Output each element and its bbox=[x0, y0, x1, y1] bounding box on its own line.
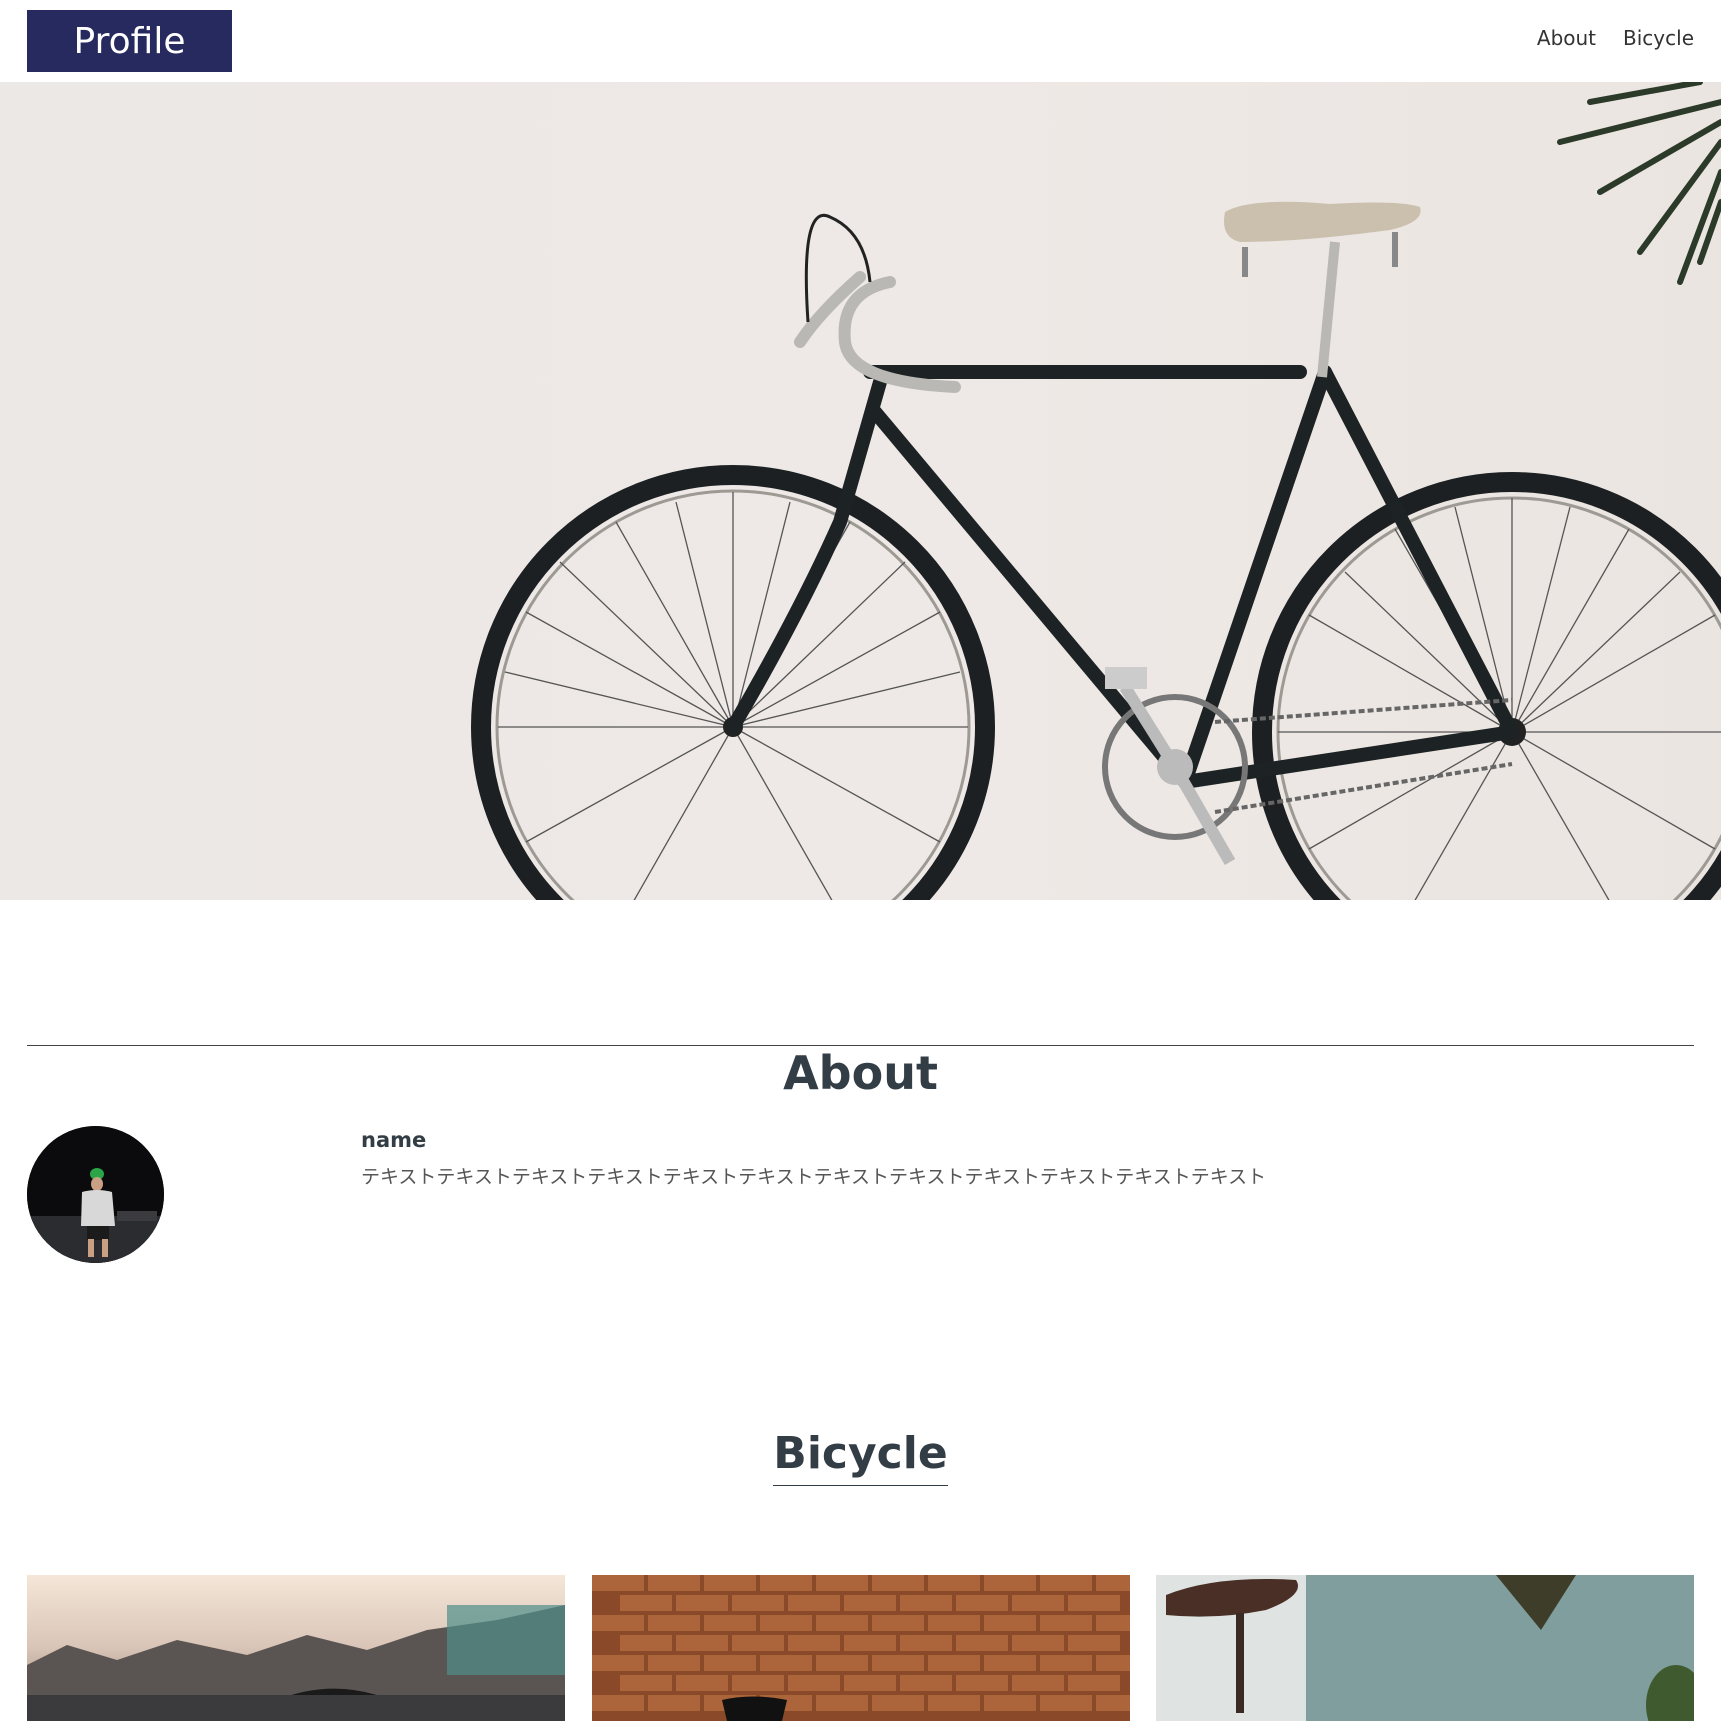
person-photo bbox=[27, 1126, 164, 1263]
about-name: name bbox=[361, 1128, 427, 1152]
nav-bicycle-link[interactable]: Bicycle bbox=[1623, 26, 1694, 50]
logo-button[interactable]: Profile bbox=[27, 10, 232, 72]
about-text: テキストテキストテキストテキストテキストテキストテキストテキストテキストテキスト… bbox=[361, 1166, 1267, 1188]
site-header: Profile About Bicycle bbox=[0, 0, 1721, 82]
bicycle-heading-text: Bicycle bbox=[773, 1428, 948, 1486]
about-heading: About bbox=[783, 1046, 938, 1100]
saddle bbox=[1224, 201, 1421, 378]
bicycle-brick-wall-photo bbox=[592, 1575, 1130, 1721]
avatar bbox=[27, 1126, 164, 1263]
main-nav: About Bicycle bbox=[1537, 26, 1694, 50]
hero-image bbox=[0, 82, 1721, 900]
front-wheel bbox=[471, 465, 995, 900]
bicycle-illustration bbox=[471, 82, 1721, 900]
gallery-item-3[interactable] bbox=[1156, 1575, 1694, 1721]
gallery-item-1[interactable] bbox=[27, 1575, 565, 1721]
bicycle-saddle-wall-photo bbox=[1156, 1575, 1694, 1721]
bicycle-gallery bbox=[27, 1575, 1694, 1721]
gallery-item-2[interactable] bbox=[592, 1575, 1130, 1721]
nav-about-link[interactable]: About bbox=[1537, 26, 1596, 50]
bicycle-heading: Bicycle bbox=[0, 1428, 1721, 1486]
plant-leaves bbox=[1557, 82, 1721, 285]
bicycle-saddle-street-photo bbox=[27, 1575, 565, 1721]
